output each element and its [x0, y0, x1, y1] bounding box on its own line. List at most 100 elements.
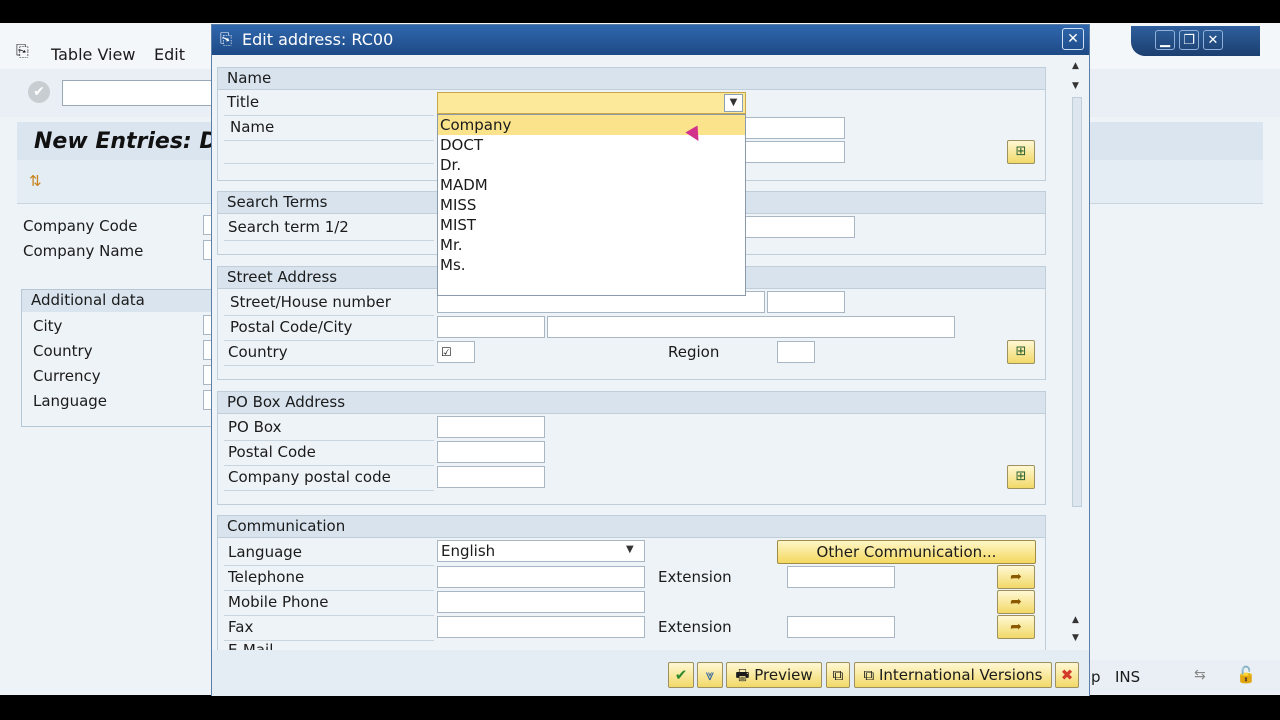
dropdown-option-madm[interactable]: MADM: [438, 175, 745, 195]
po-box-field[interactable]: [437, 416, 545, 438]
more-address-fields-icon[interactable]: ⊞: [1007, 340, 1035, 364]
scroll-down-icon-2[interactable]: ▼: [1072, 633, 1079, 643]
chevron-down-icon[interactable]: ▼: [724, 94, 743, 112]
preview-button[interactable]: 🖶 Preview: [726, 662, 822, 688]
menu-item-edit[interactable]: Edit: [154, 45, 185, 64]
more-pobox-fields-icon[interactable]: ⊞: [1007, 465, 1035, 489]
po-postal-label: Postal Code: [228, 443, 316, 461]
telephone-label: Telephone: [228, 568, 305, 586]
country-field-dialog[interactable]: ☑: [437, 341, 475, 363]
company-code-label: Company Code: [23, 217, 138, 235]
fax-field[interactable]: [437, 616, 645, 638]
region-field[interactable]: [777, 341, 815, 363]
restore-icon[interactable]: ❐: [1179, 30, 1199, 50]
menu-item-table-view[interactable]: Table View: [51, 45, 135, 64]
extension-field[interactable]: [787, 566, 895, 588]
scroll-down-icon[interactable]: ▼: [1072, 81, 1079, 91]
postal-code-field[interactable]: [437, 316, 545, 338]
cancel-x-icon[interactable]: ✖: [1055, 662, 1079, 688]
dialog-title: Edit address: RC00: [242, 30, 394, 49]
scroll-up-icon[interactable]: ▲: [1072, 61, 1079, 71]
title-dropdown-list: Company DOCT Dr. MADM MISS MIST Mr. Ms.: [437, 114, 746, 296]
lock-icon[interactable]: 🔓: [1236, 665, 1256, 684]
name-1-field[interactable]: [745, 117, 845, 139]
title-label: Title: [227, 93, 260, 111]
mobile-underline: [224, 615, 434, 616]
mobile-more-icon[interactable]: ➦: [997, 590, 1035, 614]
command-field[interactable]: [62, 80, 222, 106]
connection-icon: ⇆: [1194, 667, 1206, 683]
insert-mode-indicator: INS: [1115, 668, 1141, 686]
mobile-label: Mobile Phone: [228, 593, 329, 611]
minimize-icon[interactable]: ▁: [1155, 30, 1175, 50]
globe-icon: ⧉: [863, 666, 879, 684]
fax-label: Fax: [228, 618, 254, 636]
other-communication-button[interactable]: Other Communication...: [777, 540, 1036, 564]
chevron-down-icon[interactable]: ▼: [626, 544, 634, 555]
name-2-underline: [224, 163, 434, 164]
fax-extension-label: Extension: [658, 618, 732, 636]
company-postal-label: Company postal code: [228, 468, 391, 486]
name-2-field[interactable]: [745, 141, 845, 163]
po-postal-underline: [224, 465, 434, 466]
postal-city-label: Postal Code/City: [230, 318, 353, 336]
region-label: Region: [668, 343, 720, 361]
dropdown-option-miss[interactable]: MISS: [438, 195, 745, 215]
expand-icon[interactable]: ⩔: [697, 662, 723, 688]
house-number-field[interactable]: [767, 291, 845, 313]
po-box-group: PO Box Address: [217, 391, 1046, 505]
extension-label: Extension: [658, 568, 732, 586]
language-label: Language: [33, 392, 108, 410]
checkbox-icon: ☑: [441, 345, 452, 359]
international-versions-button[interactable]: ⧉ International Versions: [854, 662, 1052, 688]
enter-check-icon[interactable]: ✔: [28, 81, 50, 103]
company-postal-field[interactable]: [437, 466, 545, 488]
name-label-underline: [224, 140, 434, 141]
more-name-fields-icon[interactable]: ⊞: [1007, 140, 1035, 164]
title-select[interactable]: [437, 92, 746, 114]
street-label: Street/House number: [230, 293, 391, 311]
edit-address-dialog: ⎘ Edit address: RC00 ✕ Name Title Name ⊞…: [211, 24, 1090, 696]
fax-more-icon[interactable]: ➦: [997, 615, 1035, 639]
scroll-up-icon-2[interactable]: ▲: [1072, 615, 1079, 625]
city-label: City: [33, 317, 63, 335]
language-value: English: [441, 542, 496, 560]
po-postal-field[interactable]: [437, 441, 545, 463]
additional-data-title: Additional data: [31, 291, 145, 309]
po-box-title: PO Box Address: [218, 392, 1045, 414]
dropdown-option-mist[interactable]: MIST: [438, 215, 745, 235]
city-field-dialog[interactable]: [547, 316, 955, 338]
telephone-more-icon[interactable]: ➦: [997, 565, 1035, 589]
dropdown-option-dr[interactable]: Dr.: [438, 155, 745, 175]
name-group-title: Name: [218, 68, 1045, 90]
dialog-icon: ⎘: [220, 30, 233, 48]
name-label: Name: [230, 118, 275, 136]
telephone-field[interactable]: [437, 566, 645, 588]
dropdown-option-ms[interactable]: Ms.: [438, 255, 745, 275]
extras-icon[interactable]: ⧉: [826, 662, 850, 688]
search-term-label: Search term 1/2: [228, 218, 349, 236]
dropdown-option-mr[interactable]: Mr.: [438, 235, 745, 255]
country-label-dialog: Country: [228, 343, 288, 361]
international-versions-label: International Versions: [879, 666, 1043, 684]
screen-title: New Entries: De: [34, 129, 233, 154]
menu-icon[interactable]: ⎘: [16, 41, 29, 61]
telephone-underline: [224, 590, 434, 591]
dialog-close-icon[interactable]: ✕: [1062, 28, 1084, 50]
communication-title: Communication: [218, 516, 1045, 538]
po-box-underline: [224, 440, 434, 441]
company-postal-underline: [224, 490, 434, 491]
vertical-scrollbar[interactable]: [1072, 97, 1082, 507]
country-underline: [224, 365, 434, 366]
mobile-field[interactable]: [437, 591, 645, 613]
search-term-2-field[interactable]: [745, 216, 855, 238]
confirm-check-icon[interactable]: ✔: [668, 662, 694, 688]
country-label: Country: [33, 342, 93, 360]
fax-extension-field[interactable]: [787, 616, 895, 638]
po-box-label: PO Box: [228, 418, 282, 436]
printer-icon: 🖶: [735, 666, 755, 684]
language-select[interactable]: English: [437, 540, 645, 562]
close-icon[interactable]: ✕: [1203, 30, 1223, 50]
change-icon[interactable]: ⇅: [29, 172, 42, 190]
comm-language-label: Language: [228, 543, 303, 561]
